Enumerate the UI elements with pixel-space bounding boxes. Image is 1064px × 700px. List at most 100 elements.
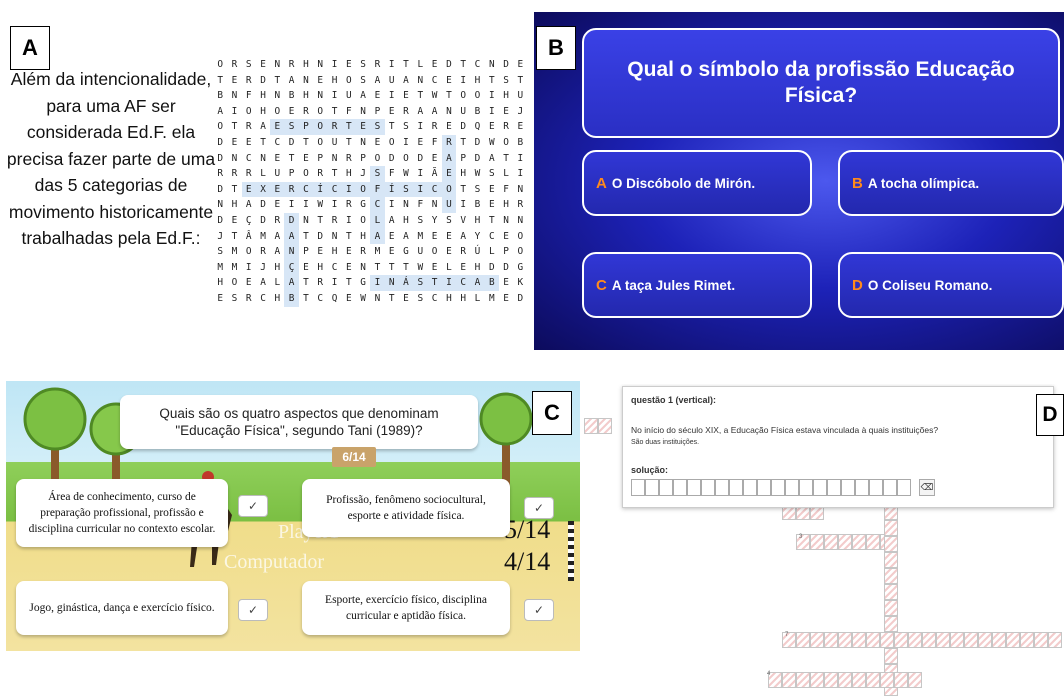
- grid-letter[interactable]: N: [370, 291, 384, 307]
- grid-letter[interactable]: H: [456, 291, 470, 307]
- grid-letter[interactable]: E: [342, 260, 356, 276]
- crossword-cell[interactable]: [922, 632, 936, 648]
- grid-letter[interactable]: O: [456, 88, 470, 104]
- grid-letter[interactable]: W: [313, 197, 327, 213]
- grid-letter[interactable]: O: [313, 104, 327, 120]
- crossword-cell[interactable]: [884, 584, 898, 600]
- grid-letter[interactable]: B: [213, 88, 227, 104]
- grid-letter[interactable]: E: [256, 57, 270, 73]
- grid-letter[interactable]: T: [299, 229, 313, 245]
- crossword-cell[interactable]: [884, 520, 898, 536]
- grid-letter[interactable]: R: [227, 57, 241, 73]
- solution-cell[interactable]: [757, 479, 771, 496]
- grid-letter[interactable]: T: [456, 182, 470, 198]
- grid-letter[interactable]: T: [442, 88, 456, 104]
- crossword-cell[interactable]: [838, 534, 852, 550]
- grid-letter[interactable]: C: [485, 229, 499, 245]
- grid-letter[interactable]: E: [499, 275, 513, 291]
- crossword-cell[interactable]: [1020, 632, 1034, 648]
- grid-letter[interactable]: S: [370, 119, 385, 135]
- grid-letter[interactable]: N: [284, 244, 299, 260]
- grid-letter[interactable]: I: [456, 197, 470, 213]
- grid-letter[interactable]: H: [256, 104, 270, 120]
- grid-letter[interactable]: S: [284, 119, 299, 135]
- grid-letter[interactable]: N: [213, 197, 227, 213]
- grid-letter[interactable]: E: [427, 57, 441, 73]
- grid-letter[interactable]: R: [242, 291, 256, 307]
- grid-letter[interactable]: E: [284, 104, 298, 120]
- crossword-cell[interactable]: [824, 632, 838, 648]
- grid-letter[interactable]: I: [441, 275, 457, 291]
- grid-letter[interactable]: O: [513, 244, 527, 260]
- grid-letter[interactable]: W: [427, 88, 441, 104]
- grid-letter[interactable]: U: [413, 244, 427, 260]
- grid-letter[interactable]: C: [327, 181, 342, 198]
- crossword-cell[interactable]: [866, 534, 880, 550]
- grid-letter[interactable]: D: [442, 57, 456, 73]
- grid-letter[interactable]: E: [427, 229, 441, 245]
- grid-letter[interactable]: Y: [470, 229, 484, 245]
- grid-letter[interactable]: B: [513, 135, 527, 151]
- grid-letter[interactable]: O: [427, 244, 441, 260]
- grid-letter[interactable]: T: [227, 119, 241, 135]
- grid-letter[interactable]: P: [284, 166, 298, 182]
- grid-letter[interactable]: N: [399, 197, 413, 213]
- grid-letter[interactable]: T: [456, 135, 470, 151]
- grid-letter[interactable]: E: [385, 229, 399, 245]
- grid-letter[interactable]: J: [256, 260, 270, 276]
- grid-letter[interactable]: S: [370, 166, 385, 182]
- crossword-cell[interactable]: [950, 632, 964, 648]
- answer-option-c[interactable]: C A taça Jules Rimet.: [582, 252, 812, 318]
- grid-letter[interactable]: H: [227, 197, 241, 213]
- grid-letter[interactable]: H: [470, 260, 484, 276]
- crossword-cell[interactable]: [884, 536, 898, 552]
- grid-letter[interactable]: Ú: [470, 244, 484, 260]
- grid-letter[interactable]: E: [313, 244, 327, 260]
- grid-letter[interactable]: A: [385, 213, 399, 229]
- grid-letter[interactable]: D: [256, 73, 270, 89]
- grid-letter[interactable]: U: [342, 88, 356, 104]
- grid-letter[interactable]: L: [270, 275, 284, 291]
- grid-letter[interactable]: A: [242, 197, 256, 213]
- solution-cell[interactable]: [631, 479, 645, 496]
- grid-letter[interactable]: D: [284, 135, 298, 151]
- grid-letter[interactable]: A: [399, 229, 413, 245]
- grid-letter[interactable]: E: [499, 229, 513, 245]
- grid-letter[interactable]: T: [342, 135, 356, 151]
- solution-cell[interactable]: [799, 479, 813, 496]
- check-button-2[interactable]: ✓: [524, 497, 554, 519]
- solution-cell[interactable]: [715, 479, 729, 496]
- grid-letter[interactable]: E: [442, 119, 456, 135]
- grid-letter[interactable]: S: [470, 182, 484, 198]
- grid-letter[interactable]: R: [499, 119, 513, 135]
- crossword-cell[interactable]: [584, 418, 598, 434]
- grid-letter[interactable]: E: [513, 57, 527, 73]
- grid-letter[interactable]: Í: [384, 181, 399, 198]
- grid-letter[interactable]: D: [485, 260, 499, 276]
- crossword-cell[interactable]: [880, 672, 894, 688]
- grid-letter[interactable]: T: [342, 275, 356, 291]
- grid-letter[interactable]: T: [456, 57, 470, 73]
- grid-letter[interactable]: I: [485, 88, 499, 104]
- grid-letter[interactable]: E: [270, 119, 285, 135]
- solution-cell[interactable]: [897, 479, 911, 496]
- grid-letter[interactable]: J: [213, 229, 227, 245]
- grid-letter[interactable]: N: [227, 151, 241, 167]
- check-button-1[interactable]: ✓: [238, 495, 268, 517]
- grid-letter[interactable]: N: [513, 182, 527, 198]
- grid-letter[interactable]: I: [327, 275, 341, 291]
- grid-letter[interactable]: S: [399, 119, 413, 135]
- solution-cell[interactable]: [645, 479, 659, 496]
- solution-cell[interactable]: [785, 479, 799, 496]
- grid-letter[interactable]: N: [270, 57, 284, 73]
- grid-letter[interactable]: R: [213, 166, 227, 182]
- grid-letter[interactable]: C: [270, 135, 284, 151]
- grid-letter[interactable]: T: [485, 213, 499, 229]
- grid-letter[interactable]: W: [485, 135, 499, 151]
- grid-letter[interactable]: R: [327, 119, 342, 135]
- grid-letter[interactable]: G: [356, 275, 370, 291]
- grid-letter[interactable]: Q: [327, 291, 341, 307]
- crossword-cell[interactable]: [908, 672, 922, 688]
- grid-letter[interactable]: G: [513, 260, 527, 276]
- grid-letter[interactable]: O: [213, 57, 227, 73]
